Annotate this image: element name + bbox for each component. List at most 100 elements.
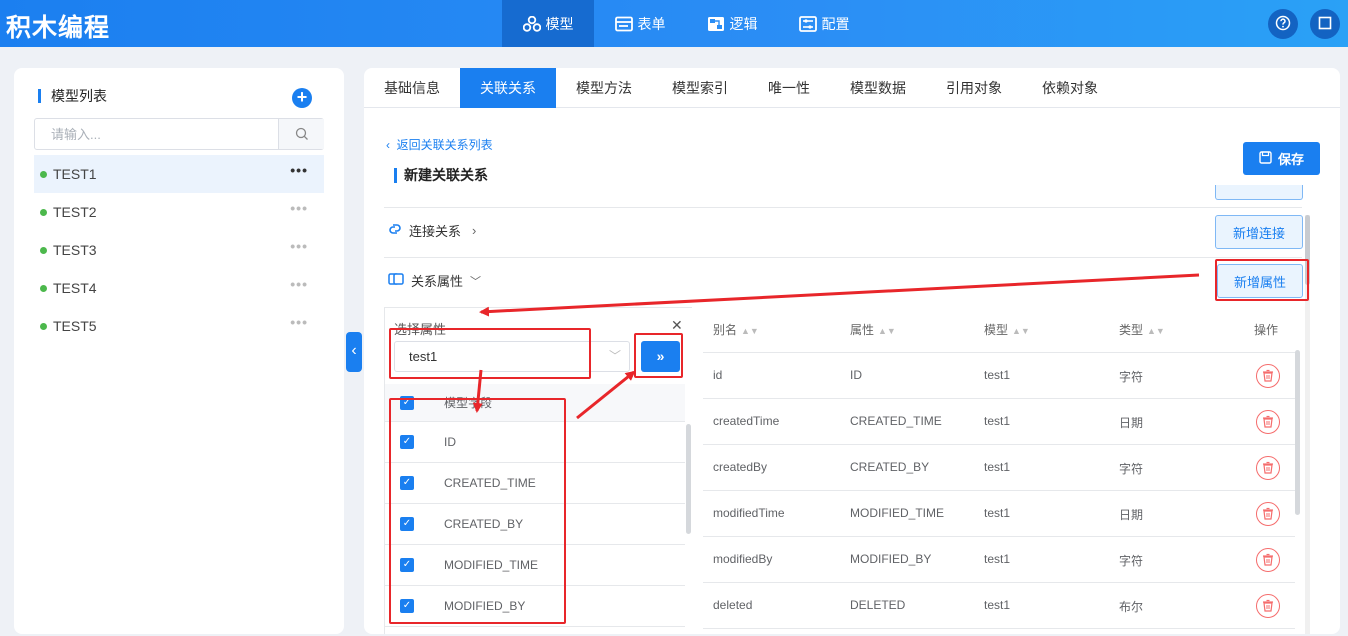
divider — [384, 207, 1302, 208]
delete-icon[interactable] — [1256, 502, 1280, 526]
field-list-scrollbar[interactable] — [686, 424, 691, 534]
table-row: modifiedTime MODIFIED_TIME test1 日期 — [703, 491, 1295, 537]
sort-icon: ▲▼ — [741, 326, 759, 336]
nav-item-model[interactable]: 模型 — [502, 0, 594, 47]
save-button[interactable]: 保存 — [1243, 142, 1320, 175]
tab-model-methods[interactable]: 模型方法 — [556, 68, 652, 108]
nav-label: 逻辑 — [729, 15, 758, 32]
delete-icon[interactable] — [1256, 410, 1280, 434]
sort-icon: ▲▼ — [878, 326, 896, 336]
list-item[interactable]: TEST3 ••• — [34, 231, 324, 269]
save-label: 保存 — [1277, 152, 1304, 167]
model-list-panel: 模型列表 + TEST1 ••• TEST2 ••• TEST3 ••• TES… — [14, 68, 344, 634]
list-item[interactable]: TEST1 ••• — [34, 155, 324, 193]
attribute-table: 别名 ▲▼ 属性 ▲▼ 模型 ▲▼ 类型 ▲▼ 操作 id ID test1 字符 create… — [703, 307, 1295, 629]
table-row: id ID test1 字符 — [703, 353, 1295, 399]
table-row: deleted DELETED test1 布尔 — [703, 583, 1295, 629]
cell-type: 字符 — [1119, 462, 1144, 476]
cell-type: 字符 — [1119, 554, 1144, 568]
cell-type: 日期 — [1119, 508, 1144, 522]
cell-model: test1 — [984, 414, 1011, 428]
chevron-right-icon: › — [472, 223, 477, 238]
nav-label: 配置 — [821, 15, 850, 32]
cell-model: test1 — [984, 552, 1011, 566]
column-header-attribute[interactable]: 属性 ▲▼ — [850, 321, 896, 338]
more-icon[interactable]: ••• — [290, 163, 308, 177]
more-icon[interactable]: ••• — [290, 315, 308, 329]
detail-tabs: 基础信息 关联关系 模型方法 模型索引 唯一性 模型数据 引用对象 依赖对象 — [364, 68, 1340, 108]
table-row: modifiedBy MODIFIED_BY test1 字符 — [703, 537, 1295, 583]
add-model-button[interactable]: + — [292, 88, 312, 108]
table-row: createdBy CREATED_BY test1 字符 — [703, 445, 1295, 491]
search-button[interactable] — [278, 119, 324, 149]
more-icon[interactable]: ••• — [290, 277, 308, 291]
delete-icon[interactable] — [1256, 548, 1280, 572]
partially-hidden-button[interactable] — [1215, 185, 1303, 200]
annotation-box-field-list — [389, 398, 566, 624]
nav-item-logic[interactable]: 逻辑 — [686, 0, 778, 47]
connection-label: 连接关系 — [409, 224, 462, 239]
list-item[interactable]: TEST2 ••• — [34, 193, 324, 231]
back-to-relations-link[interactable]: ‹ 返回关联关系列表 — [386, 136, 493, 153]
model-name: TEST2 — [53, 204, 97, 220]
close-icon[interactable]: ✕ — [671, 317, 683, 334]
delete-icon[interactable] — [1256, 594, 1280, 618]
search-input[interactable] — [35, 119, 279, 149]
cell-alias: deleted — [713, 598, 753, 612]
cell-attr: ID — [850, 368, 862, 382]
cell-attr: CREATED_TIME — [850, 414, 942, 428]
model-name: TEST4 — [53, 280, 97, 296]
model-search — [34, 118, 324, 150]
column-header-model[interactable]: 模型 ▲▼ — [984, 321, 1030, 338]
chevron-down-icon: ﹀ — [470, 275, 482, 288]
table-header: 别名 ▲▼ 属性 ▲▼ 模型 ▲▼ 类型 ▲▼ 操作 — [703, 307, 1295, 353]
logic-icon — [707, 16, 725, 32]
annotation-box-model-select — [389, 328, 591, 379]
tab-dependent-objects[interactable]: 依赖对象 — [1022, 68, 1118, 108]
tab-model-data[interactable]: 模型数据 — [830, 68, 926, 108]
annotation-box-go-button — [634, 333, 683, 378]
app-title: 积木编程 — [6, 14, 111, 42]
tab-referenced-objects[interactable]: 引用对象 — [926, 68, 1022, 108]
add-connection-button[interactable]: 新增连接 — [1215, 215, 1303, 249]
cell-alias: createdTime — [713, 414, 780, 428]
cell-type: 日期 — [1119, 416, 1144, 430]
chevron-down-icon: ﹀ — [608, 349, 621, 363]
help-button[interactable] — [1268, 9, 1298, 39]
cell-type: 字符 — [1119, 370, 1144, 384]
table-scrollbar[interactable] — [1295, 350, 1300, 515]
column-header-action: 操作 — [1254, 323, 1279, 337]
tab-relations[interactable]: 关联关系 — [460, 68, 556, 108]
model-name: TEST3 — [53, 242, 97, 258]
delete-icon[interactable] — [1256, 364, 1280, 388]
cell-attr: MODIFIED_BY — [850, 552, 932, 566]
cell-model: test1 — [984, 368, 1011, 382]
column-header-type[interactable]: 类型 ▲▼ — [1119, 321, 1165, 338]
attributes-section-toggle[interactable]: 关系属性 ﹀ — [388, 271, 481, 290]
section-title: 新建关联关系 — [394, 168, 488, 183]
delete-icon[interactable] — [1256, 456, 1280, 480]
status-dot — [40, 170, 47, 178]
sort-icon: ▲▼ — [1012, 326, 1030, 336]
model-list-title: 模型列表 — [38, 89, 107, 103]
table-row: createdTime CREATED_TIME test1 日期 — [703, 399, 1295, 445]
chevron-left-icon: ‹ — [386, 138, 397, 152]
tab-model-index[interactable]: 模型索引 — [652, 68, 748, 108]
fullscreen-button[interactable] — [1310, 9, 1340, 39]
list-item[interactable]: TEST5 ••• — [34, 307, 324, 345]
more-icon[interactable]: ••• — [290, 239, 308, 253]
nav-item-form[interactable]: 表单 — [594, 0, 686, 47]
cell-attr: CREATED_BY — [850, 460, 930, 474]
main-nav: 模型 表单 逻辑 配置 — [502, 0, 870, 47]
tab-uniqueness[interactable]: 唯一性 — [748, 68, 830, 108]
column-header-alias[interactable]: 别名 ▲▼ — [713, 321, 759, 338]
cell-model: test1 — [984, 506, 1011, 520]
more-icon[interactable]: ••• — [290, 201, 308, 215]
collapse-sidebar-button[interactable]: ‹ — [346, 332, 362, 372]
list-item[interactable]: TEST4 ••• — [34, 269, 324, 307]
tab-basic-info[interactable]: 基础信息 — [364, 68, 460, 108]
connection-section-toggle[interactable]: 连接关系 › — [388, 221, 476, 240]
nav-item-config[interactable]: 配置 — [778, 0, 870, 47]
model-name: TEST5 — [53, 318, 97, 334]
cell-attr: MODIFIED_TIME — [850, 506, 945, 520]
